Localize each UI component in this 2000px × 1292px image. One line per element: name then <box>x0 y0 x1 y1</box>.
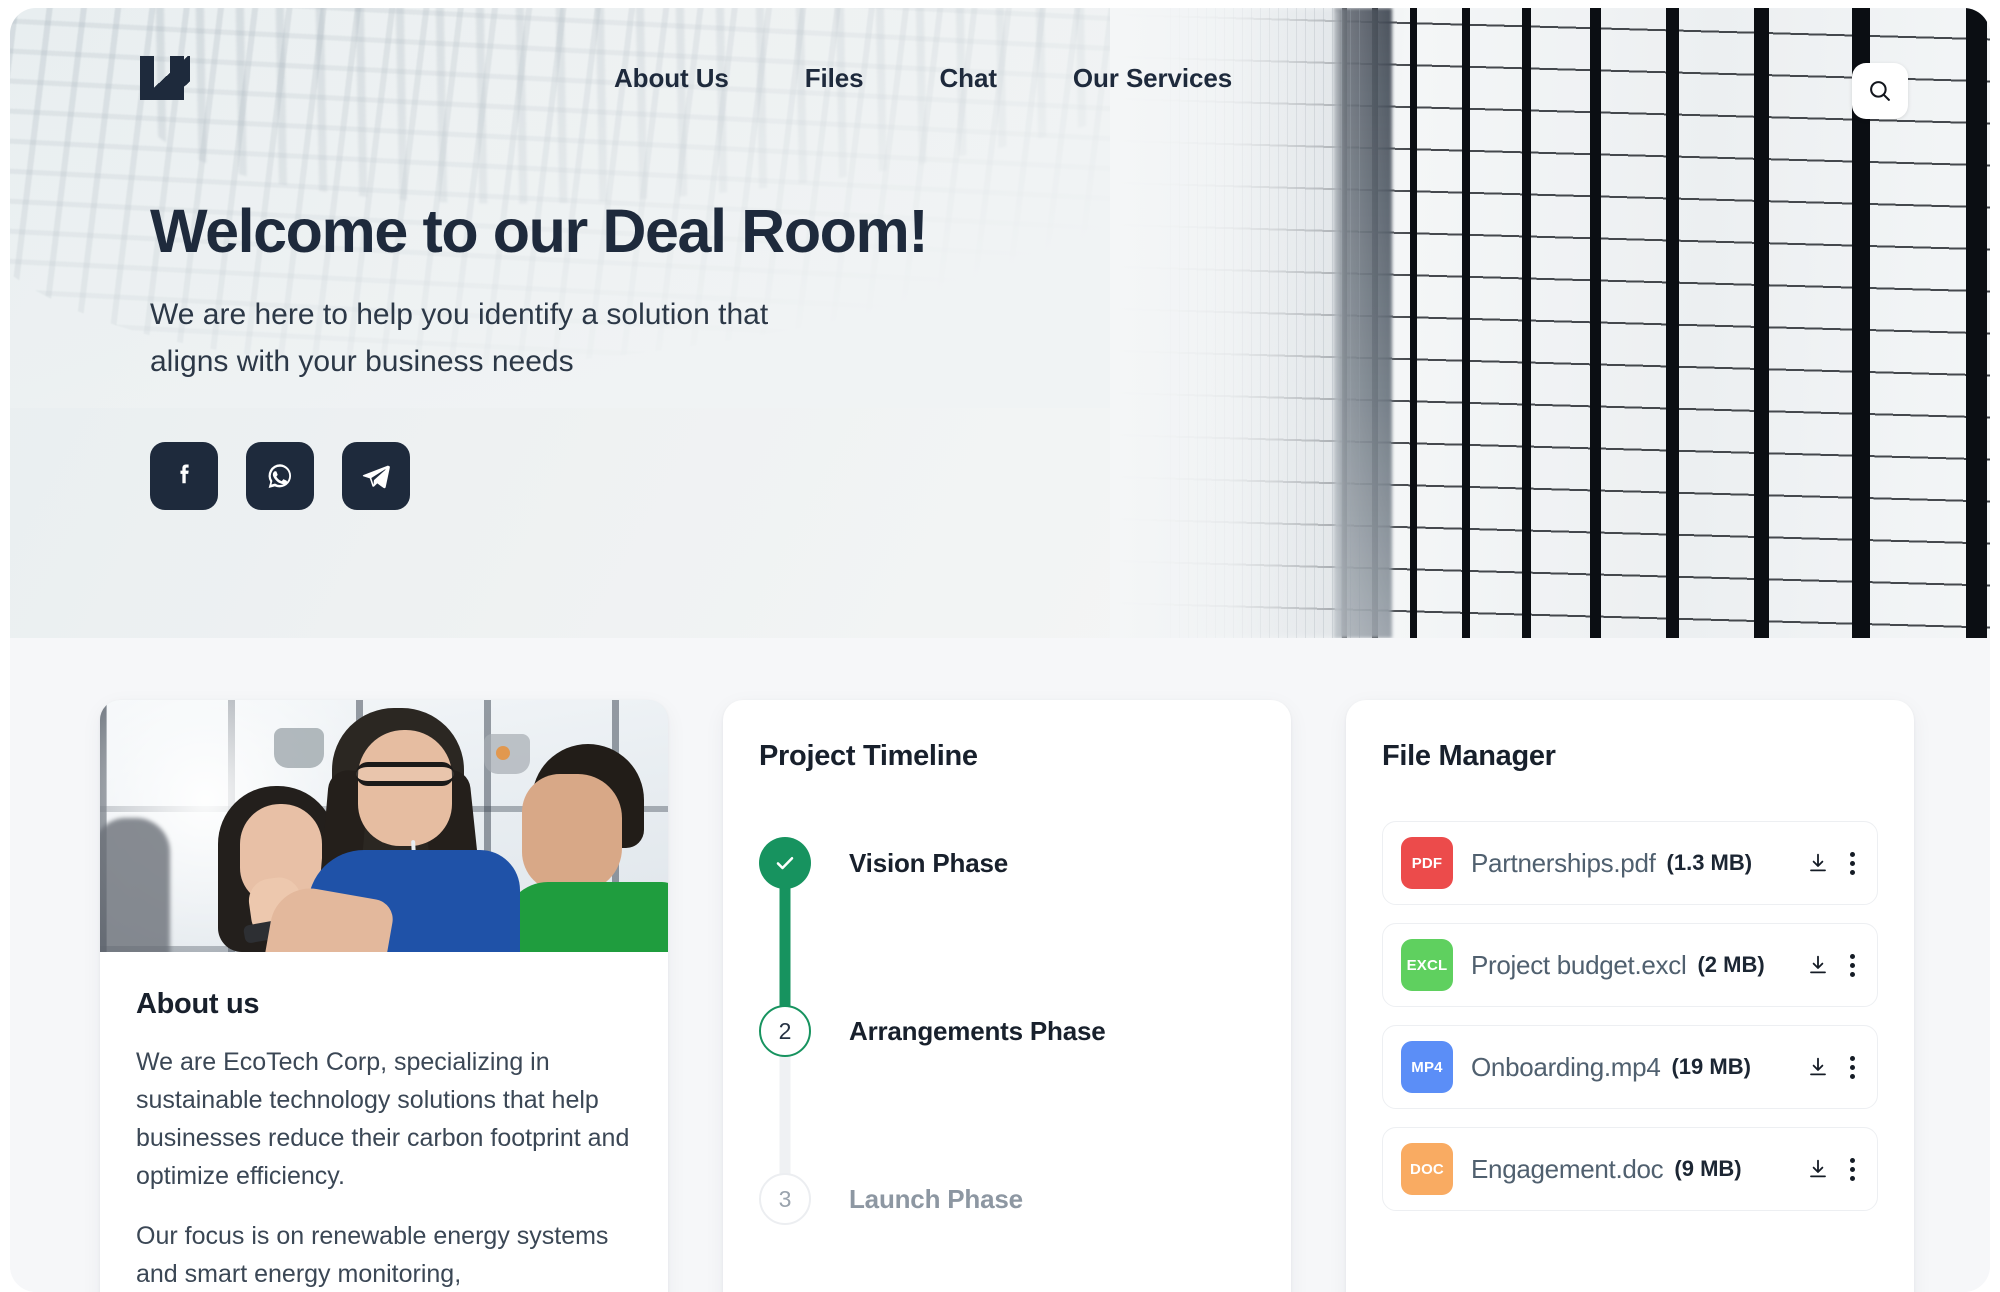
nav-link-files[interactable]: Files <box>805 63 864 94</box>
download-button[interactable] <box>1806 851 1830 875</box>
file-name: Onboarding.mp4 <box>1471 1051 1661 1082</box>
timeline-step-arrangements[interactable]: 2 Arrangements Phase <box>759 1005 1251 1179</box>
app-viewport: About Us Files Chat Our Services Welcome… <box>10 8 1990 1292</box>
about-paragraph-2: Our focus is on renewable energy systems… <box>136 1222 609 1288</box>
file-type-badge-excl: EXCL <box>1401 939 1453 991</box>
more-options-button[interactable] <box>1850 1157 1855 1181</box>
file-row[interactable]: PDF Partnerships.pdf (1.3 MB) <box>1382 821 1878 905</box>
about-body: About us We are EcoTech Corp, specializi… <box>100 952 668 1292</box>
social-button-whatsapp[interactable] <box>246 441 314 510</box>
file-type-badge-pdf: PDF <box>1401 837 1453 889</box>
hero-title: Welcome to our Deal Room! <box>150 197 929 265</box>
more-vertical-icon <box>1850 1157 1855 1181</box>
file-actions <box>1806 851 1855 875</box>
file-manager-title: File Manager <box>1382 740 1556 772</box>
more-vertical-icon <box>1850 953 1855 977</box>
timeline-step-launch[interactable]: 3 Launch Phase <box>759 1173 1251 1225</box>
timeline-bullet-col: 3 <box>759 1173 811 1225</box>
file-size: (9 MB) <box>1674 1156 1742 1181</box>
telegram-icon <box>362 465 390 489</box>
file-actions <box>1806 1157 1855 1181</box>
nav-link-about-us[interactable]: About Us <box>614 63 729 94</box>
whatsapp-icon <box>268 464 292 488</box>
file-type-badge-mp4: MP4 <box>1401 1041 1453 1093</box>
hero-subtitle: We are here to help you identify a solut… <box>150 291 927 386</box>
nav-link-chat[interactable]: Chat <box>940 63 997 94</box>
about-title: About us <box>136 988 260 1020</box>
social-button-facebook[interactable] <box>150 441 218 510</box>
download-button[interactable] <box>1806 953 1830 977</box>
hero-subtitle-line-1: We are here to help you identify a solut… <box>150 298 769 332</box>
download-button[interactable] <box>1806 1157 1830 1181</box>
file-actions <box>1806 1055 1855 1079</box>
nav-links: About Us Files Chat Our Services <box>614 63 1232 94</box>
social-links <box>150 441 927 510</box>
more-vertical-icon <box>1850 1055 1855 1079</box>
file-size: (19 MB) <box>1671 1054 1751 1079</box>
about-us-card: About us We are EcoTech Corp, specializi… <box>100 700 668 1292</box>
download-icon <box>1810 1159 1826 1178</box>
timeline-step-vision[interactable]: Vision Phase <box>759 837 1251 1011</box>
more-options-button[interactable] <box>1850 1055 1855 1079</box>
file-type-badge-doc: DOC <box>1401 1143 1453 1195</box>
file-name: Partnerships.pdf <box>1471 847 1656 878</box>
check-icon <box>776 856 794 870</box>
file-row[interactable]: DOC Engagement.doc (9 MB) <box>1382 1127 1878 1211</box>
timeline-step-label-vision: Vision Phase <box>849 848 1008 878</box>
top-navigation-bar: About Us Files Chat Our Services <box>10 8 1990 148</box>
search-button[interactable] <box>1852 63 1908 119</box>
app-window: About Us Files Chat Our Services Welcome… <box>0 0 2000 1292</box>
brand-logo-icon[interactable] <box>140 56 190 100</box>
file-size: (1.3 MB) <box>1666 850 1753 875</box>
hero-subtitle-line-2: aligns with your business needs <box>150 345 574 379</box>
about-paragraph-1: We are EcoTech Corp, specializing in sus… <box>136 1048 630 1190</box>
hero-section: About Us Files Chat Our Services Welcome… <box>10 8 1990 638</box>
project-timeline-card: Project Timeline Vision Phase 2 Arrangem… <box>723 700 1291 1292</box>
timeline-bullet-current: 2 <box>759 1005 811 1057</box>
file-list: PDF Partnerships.pdf (1.3 MB) EXCL Proje… <box>1382 821 1878 1211</box>
timeline-steps: Vision Phase 2 Arrangements Phase 3 Laun… <box>759 837 1251 1225</box>
file-actions <box>1806 953 1855 977</box>
download-button[interactable] <box>1806 1055 1830 1079</box>
file-row[interactable]: MP4 Onboarding.mp4 (19 MB) <box>1382 1025 1878 1109</box>
timeline-step-label-launch: Launch Phase <box>849 1184 1023 1214</box>
file-name: Engagement.doc <box>1471 1153 1664 1184</box>
nav-link-our-services[interactable]: Our Services <box>1073 63 1232 94</box>
more-options-button[interactable] <box>1850 953 1855 977</box>
more-vertical-icon <box>1850 851 1855 875</box>
file-row[interactable]: EXCL Project budget.excl (2 MB) <box>1382 923 1878 1007</box>
file-size: (2 MB) <box>1697 952 1765 977</box>
project-timeline-title: Project Timeline <box>759 740 978 772</box>
about-team-photo <box>100 700 668 952</box>
dashboard-content: About us We are EcoTech Corp, specializi… <box>10 638 1990 1292</box>
timeline-bullet-todo: 3 <box>759 1173 811 1225</box>
search-icon <box>1870 81 1890 101</box>
download-icon <box>1810 853 1826 872</box>
more-options-button[interactable] <box>1850 851 1855 875</box>
download-icon <box>1810 1057 1826 1076</box>
social-button-telegram[interactable] <box>342 441 410 510</box>
timeline-bullet-col <box>759 837 811 1011</box>
file-manager-card: File Manager PDF Partnerships.pdf (1.3 M… <box>1346 700 1914 1292</box>
timeline-bullet-done <box>759 837 811 889</box>
hero-content: Welcome to our Deal Room! We are here to… <box>150 197 929 510</box>
timeline-connector-green <box>779 881 791 1011</box>
timeline-step-label-arrangements: Arrangements Phase <box>849 1016 1106 1046</box>
file-name: Project budget.excl <box>1471 949 1687 980</box>
timeline-connector-gray <box>779 1049 791 1179</box>
download-icon <box>1810 955 1826 974</box>
timeline-bullet-col: 2 <box>759 1005 811 1179</box>
facebook-icon <box>180 464 189 484</box>
